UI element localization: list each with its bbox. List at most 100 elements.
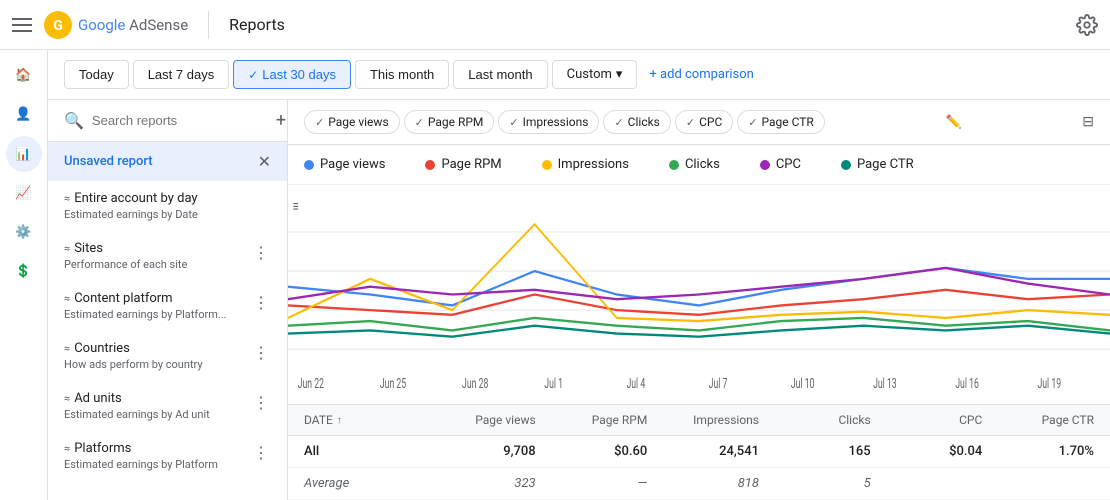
metric-chip-cpc[interactable]: ✓ CPC	[675, 110, 733, 134]
col-pageviews-header: Page views	[424, 413, 536, 427]
chevron-down-icon: ▾	[616, 67, 623, 82]
metric-chip-pageviews[interactable]: ✓ Page views	[304, 110, 400, 134]
sidebar-active-item[interactable]: Unsaved report ✕	[48, 142, 287, 181]
legend-cpc-dot	[760, 160, 770, 170]
table-row-all: All 9,708 $0.60 24,541 165 $0.04 1.70%	[288, 436, 1110, 468]
svg-text:Jul 7: Jul 7	[709, 375, 728, 392]
cell-avg-date: Average	[304, 476, 424, 491]
metric-chip-clicks[interactable]: ✓ Clicks	[603, 110, 670, 134]
sidebar-item-platforms[interactable]: ≈ Platforms Estimated earnings by Platfo…	[48, 431, 287, 481]
edit-metrics-icon[interactable]: ✏️	[945, 115, 961, 130]
col-date-header[interactable]: DATE ↑	[304, 413, 424, 427]
cell-avg-pagectr	[982, 476, 1094, 491]
metrics-bar: ✓ Page views ✓ Page RPM ✓ Impressions ✓ …	[288, 100, 1110, 145]
legend-row: Page views Page RPM Impressions Clicks	[288, 145, 1110, 185]
cell-all-cpc: $0.04	[871, 444, 983, 459]
table-header: DATE ↑ Page views Page RPM Impressions	[288, 405, 1110, 436]
search-input[interactable]	[92, 113, 268, 128]
filter-last7days-button[interactable]: Last 7 days	[133, 60, 230, 89]
sites-more-icon[interactable]: ⋮	[251, 241, 271, 264]
countries-more-icon[interactable]: ⋮	[251, 341, 271, 364]
content-area: ✓ Page views ✓ Page RPM ✓ Impressions ✓ …	[288, 100, 1110, 500]
cell-all-pageviews: 9,708	[424, 444, 536, 459]
col-pagerpm-header: Page RPM	[536, 413, 648, 427]
sidebar-item-entire-account[interactable]: ≈ Entire account by day Estimated earnin…	[48, 181, 287, 231]
content-platform-icon: ≈	[64, 292, 70, 305]
svg-text:Jul 19: Jul 19	[1037, 375, 1061, 392]
cell-all-pagerpm: $0.60	[536, 444, 648, 459]
nav-dollar-icon[interactable]: 💲	[5, 254, 41, 289]
filter-bar: Today Last 7 days Last 30 days This mont…	[48, 50, 1110, 100]
settings-icon[interactable]	[1076, 14, 1098, 36]
menu-icon[interactable]	[12, 18, 32, 32]
top-bar: G Google AdSense Reports	[0, 0, 1110, 50]
svg-text:Jun 25: Jun 25	[380, 375, 407, 392]
filter-thismonth-button[interactable]: This month	[355, 60, 449, 89]
table-row-average: Average 323 — 818 5	[288, 468, 1110, 500]
legend-pageviews: Page views	[304, 157, 385, 172]
filter-custom-button[interactable]: Custom ▾	[552, 60, 638, 89]
cell-avg-cpc	[871, 476, 983, 491]
legend-impressions: Impressions	[542, 157, 629, 172]
chart-area: Jun 22 Jun 25 Jun 28 Jul 1 Jul 4 Jul 7 J…	[288, 185, 1110, 404]
search-icon: 🔍	[64, 111, 84, 130]
filter-chart-icon[interactable]: ⊟	[1082, 114, 1094, 130]
add-comparison-button[interactable]: + add comparison	[649, 67, 753, 82]
sort-arrow-icon: ↑	[337, 415, 342, 426]
legend-pagerpm: Page RPM	[425, 157, 501, 172]
nav-settings-icon[interactable]: ⚙️	[5, 215, 41, 250]
data-table: DATE ↑ Page views Page RPM Impressions	[288, 404, 1110, 500]
svg-text:Jul 10: Jul 10	[791, 375, 815, 392]
sidebar-item-content-platform[interactable]: ≈ Content platform Estimated earnings by…	[48, 281, 287, 331]
filter-today-button[interactable]: Today	[64, 60, 129, 89]
search-bar: 🔍 +	[48, 100, 287, 142]
sidebar-item-countries[interactable]: ≈ Countries How ads perform by country ⋮	[48, 331, 287, 381]
legend-cpc: CPC	[760, 157, 801, 172]
col-cpc-header: CPC	[871, 413, 983, 427]
cell-avg-impressions: 818	[647, 476, 759, 491]
logo-divider	[208, 11, 209, 39]
sidebar-item-ad-units[interactable]: ≈ Ad units Estimated earnings by Ad unit…	[48, 381, 287, 431]
page-title: Reports	[229, 15, 285, 34]
svg-text:Jun 28: Jun 28	[462, 375, 488, 392]
cell-all-date: All	[304, 444, 424, 459]
cell-avg-clicks: 5	[759, 476, 871, 491]
platforms-icon: ≈	[64, 442, 70, 455]
left-nav: 🏠 👤 📊 📈 ⚙️ 💲	[0, 50, 48, 500]
col-clicks-header: Clicks	[759, 413, 871, 427]
sidebar-item-sites[interactable]: ≈ Sites Performance of each site ⋮	[48, 231, 287, 281]
metric-chip-pagectr[interactable]: ✓ Page CTR	[737, 110, 825, 134]
entire-account-icon: ≈	[64, 192, 70, 205]
metric-chip-pagerpm[interactable]: ✓ Page RPM	[404, 110, 495, 134]
close-active-item-button[interactable]: ✕	[258, 152, 271, 171]
filter-last30days-button[interactable]: Last 30 days	[233, 60, 351, 89]
nav-home-icon[interactable]: 🏠	[5, 58, 41, 93]
metric-chip-impressions[interactable]: ✓ Impressions	[498, 110, 599, 134]
logo-area: G Google AdSense	[44, 11, 188, 39]
nav-trending-icon[interactable]: 📈	[5, 176, 41, 211]
cell-all-impressions: 24,541	[647, 444, 759, 459]
ad-units-more-icon[interactable]: ⋮	[251, 391, 271, 414]
nav-chart-icon[interactable]: 📊	[6, 136, 42, 172]
cell-avg-pageviews: 323	[424, 476, 536, 491]
legend-pagectr-dot	[841, 160, 851, 170]
legend-pagerpm-dot	[425, 160, 435, 170]
content-platform-more-icon[interactable]: ⋮	[251, 291, 271, 314]
filter-lastmonth-button[interactable]: Last month	[453, 60, 547, 89]
sidebar: 🔍 + Unsaved report ✕ ≈ Entire account by…	[48, 100, 288, 500]
legend-pagectr: Page CTR	[841, 157, 914, 172]
nav-person-icon[interactable]: 👤	[5, 97, 41, 132]
line-chart: Jun 22 Jun 25 Jun 28 Jul 1 Jul 4 Jul 7 J…	[288, 193, 1110, 396]
add-report-button[interactable]: +	[276, 110, 286, 131]
svg-text:G: G	[53, 18, 63, 34]
platforms-more-icon[interactable]: ⋮	[251, 441, 271, 464]
svg-text:Jul 1: Jul 1	[544, 375, 563, 392]
cell-all-clicks: 165	[759, 444, 871, 459]
svg-text:Jul 16: Jul 16	[955, 375, 979, 392]
svg-text:≡: ≡	[293, 199, 299, 217]
svg-text:Jul 4: Jul 4	[626, 375, 645, 392]
svg-text:Jul 13: Jul 13	[873, 375, 897, 392]
legend-pageviews-dot	[304, 160, 314, 170]
ad-units-icon: ≈	[64, 392, 70, 405]
sites-icon: ≈	[64, 242, 70, 255]
